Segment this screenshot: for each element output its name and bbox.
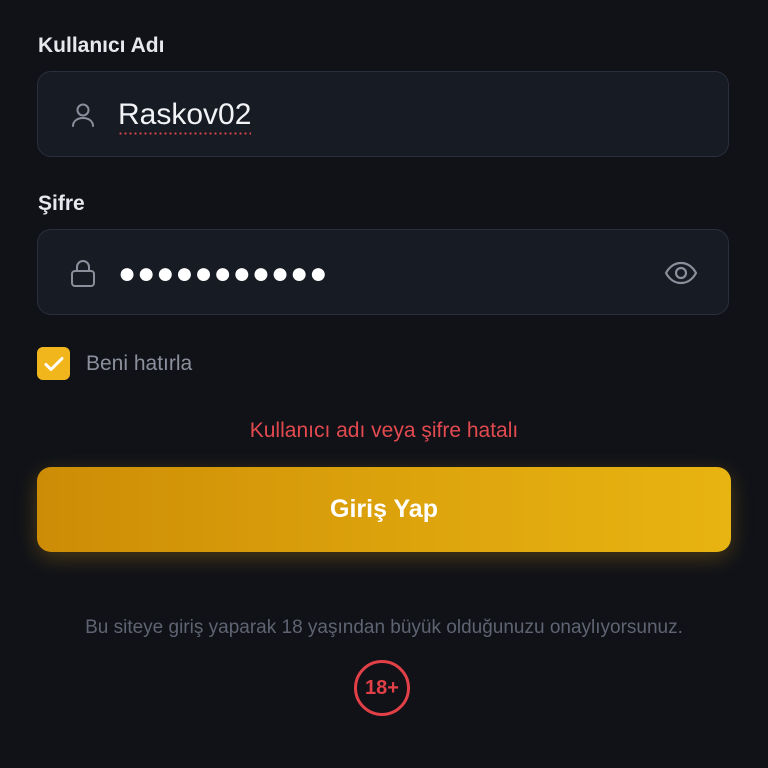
password-input-value[interactable]: ●●●●●●●●●●●: [118, 259, 328, 289]
login-button[interactable]: Giriş Yap: [37, 467, 731, 552]
age-disclaimer: Bu siteye giriş yaparak 18 yaşından büyü…: [85, 617, 683, 638]
check-icon: [44, 356, 63, 371]
username-field[interactable]: Raskov02: [37, 71, 729, 157]
lock-icon: [68, 258, 98, 288]
remember-me-toggle[interactable]: Beni hatırla: [37, 347, 192, 380]
age-restriction-badge: 18+: [354, 660, 410, 716]
eye-icon[interactable]: [664, 256, 698, 290]
password-label: Şifre: [38, 192, 85, 215]
username-label: Kullanıcı Adı: [38, 34, 165, 57]
remember-label: Beni hatırla: [86, 351, 193, 375]
error-message: Kullanıcı adı veya şifre hatalı: [249, 419, 519, 442]
remember-checkbox[interactable]: [37, 347, 70, 380]
login-form: Kullanıcı Adı Raskov02 Şifre ●●●●●●●●●●●: [0, 0, 768, 768]
spellcheck-underline: [118, 132, 252, 135]
username-input-value[interactable]: Raskov02: [118, 98, 252, 135]
user-icon: [68, 100, 98, 130]
username-text: Raskov02: [118, 98, 252, 131]
password-field[interactable]: ●●●●●●●●●●●: [37, 229, 729, 315]
